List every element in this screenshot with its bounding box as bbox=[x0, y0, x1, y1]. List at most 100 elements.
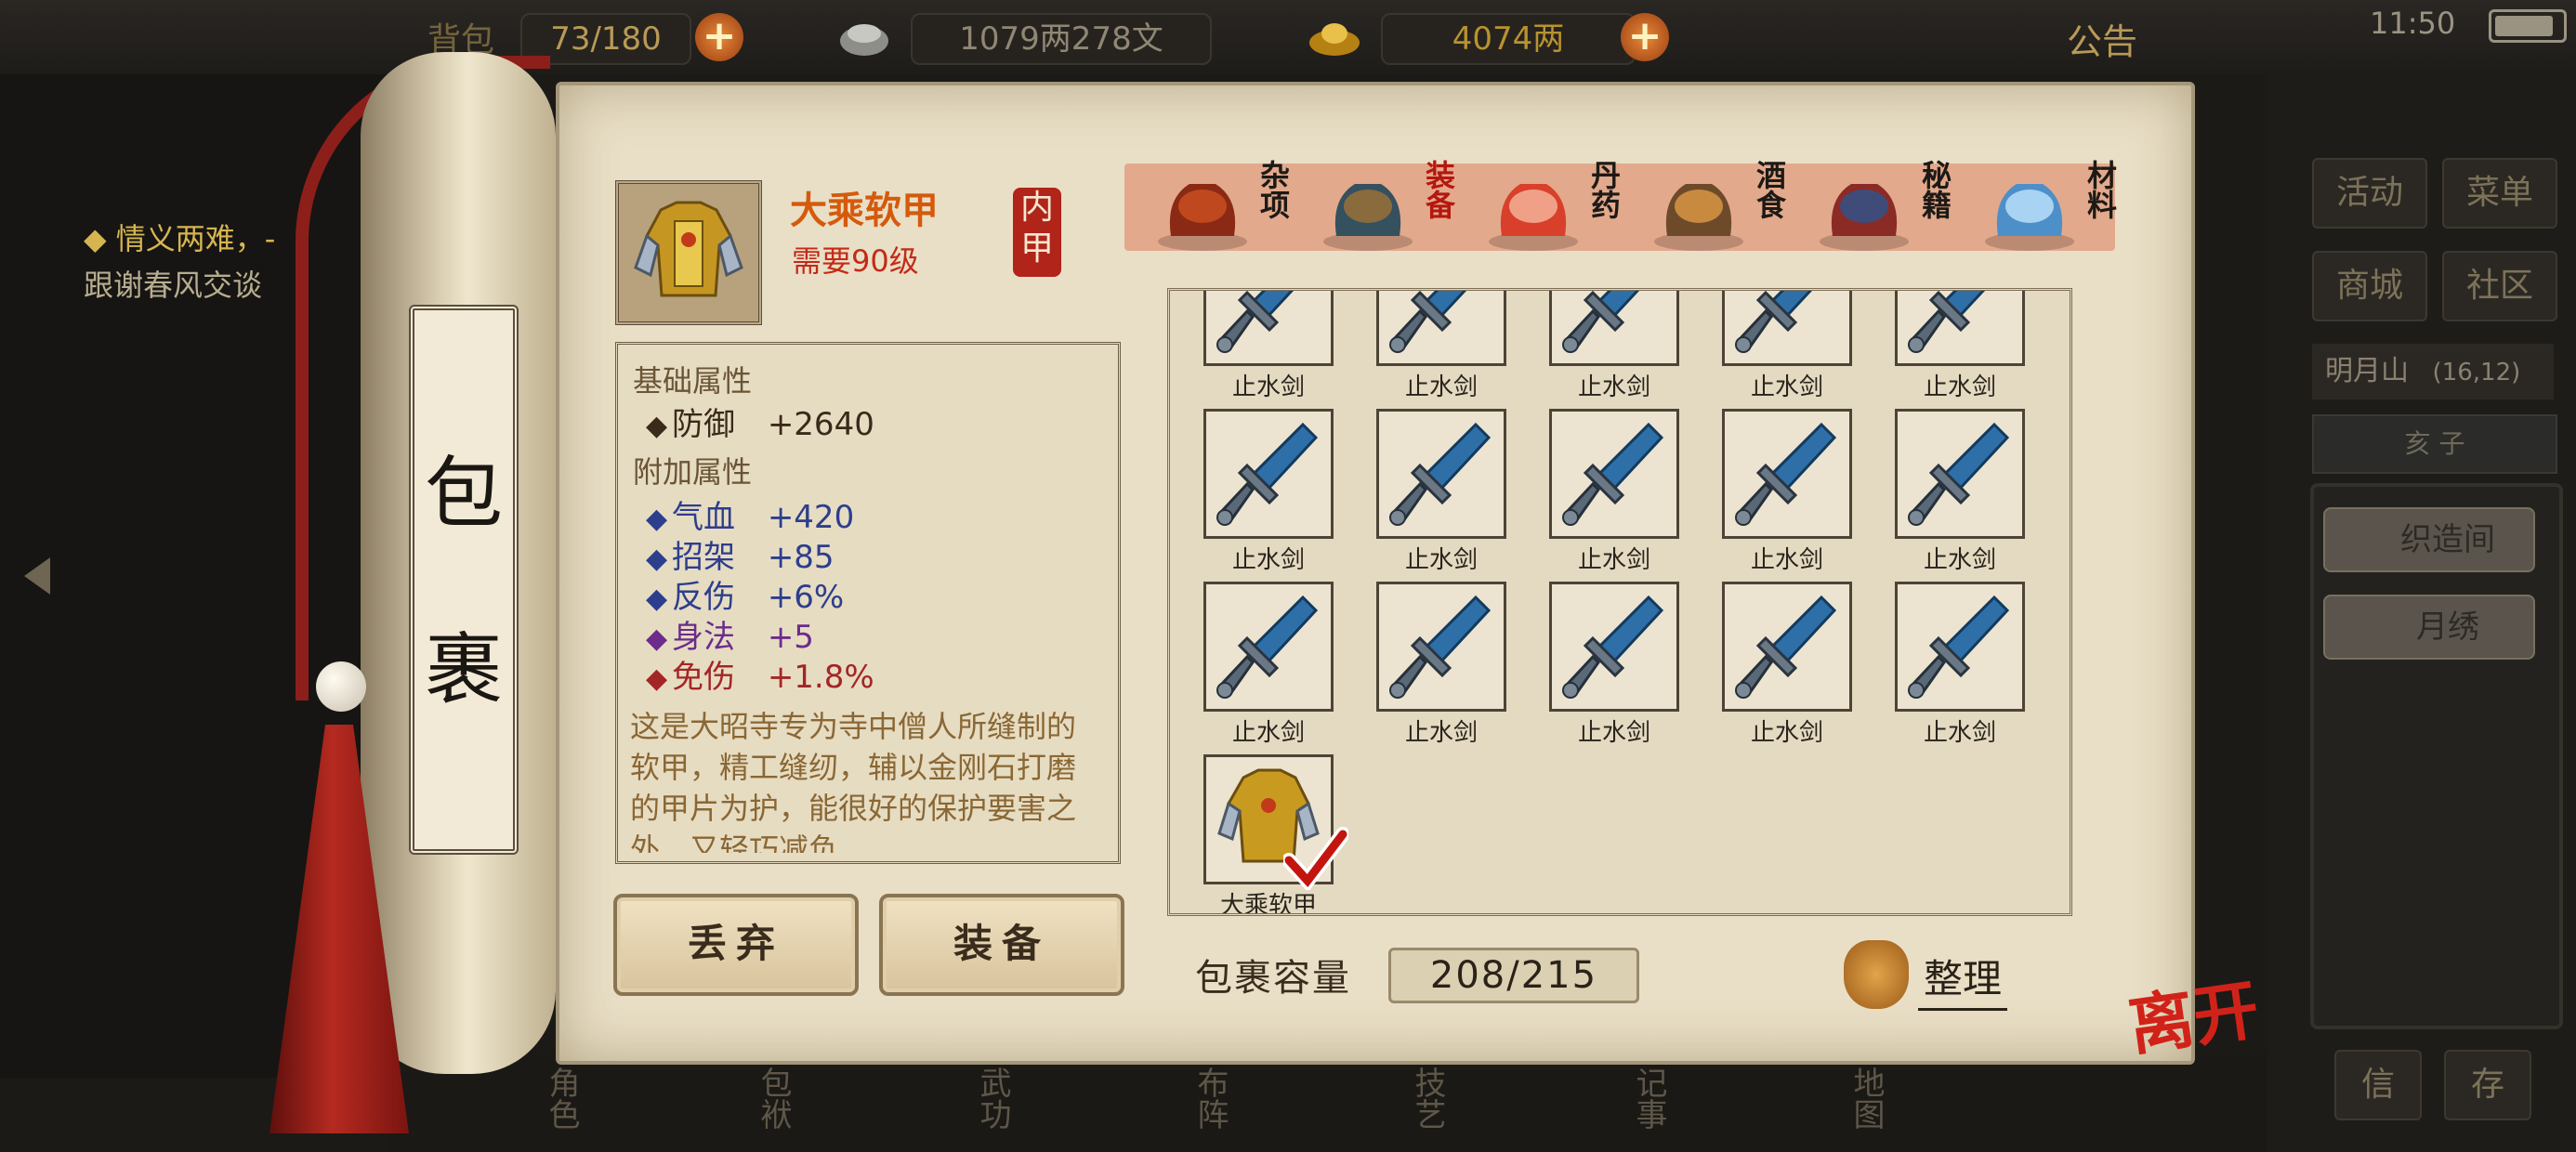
inventory-slot-label: 止水剑 bbox=[1923, 373, 1996, 401]
location-bar[interactable]: 明月山 (16,12) bbox=[2312, 344, 2554, 399]
nav-skills[interactable]: 技艺 bbox=[1405, 1067, 1451, 1130]
time-dial: 亥 子 bbox=[2312, 414, 2557, 474]
sword-icon bbox=[1725, 291, 1849, 363]
clock: 11:50 bbox=[2370, 6, 2456, 41]
collapse-arrow-icon[interactable] bbox=[19, 548, 56, 604]
inventory-slot[interactable] bbox=[1722, 291, 1852, 366]
inventory-slot-label: 止水剑 bbox=[1750, 546, 1823, 574]
discard-button[interactable]: 丢弃 bbox=[613, 894, 859, 996]
tab-4-label[interactable]: 酒食 bbox=[1749, 160, 1787, 219]
food-icon[interactable] bbox=[1649, 162, 1749, 255]
stat-value: +2640 bbox=[767, 406, 874, 443]
inventory-slot[interactable] bbox=[1203, 291, 1334, 366]
shop-button[interactable]: 商城 bbox=[2312, 251, 2427, 321]
stat-value: +5 bbox=[767, 619, 814, 656]
embroidery-button[interactable]: 月绣 bbox=[2323, 595, 2535, 660]
selected-item-icon-frame bbox=[615, 180, 762, 325]
extra-stats-header: 附加属性 bbox=[633, 454, 753, 490]
tab-3-label[interactable]: 丹药 bbox=[1584, 160, 1622, 219]
inventory-slot[interactable] bbox=[1203, 582, 1334, 712]
inventory-slot-label: 止水剑 bbox=[1231, 719, 1305, 747]
gold-ingot-icon bbox=[1307, 13, 1362, 61]
weave-room-button[interactable]: 织造间 bbox=[2323, 507, 2535, 572]
menu-button[interactable]: 菜单 bbox=[2442, 158, 2557, 229]
inventory-slot[interactable] bbox=[1376, 409, 1506, 539]
sword-icon bbox=[1379, 584, 1504, 709]
announcement-button[interactable]: 公告 bbox=[2067, 13, 2137, 64]
diamond-bullet-icon: ◆ bbox=[646, 410, 668, 442]
book-icon[interactable] bbox=[1814, 162, 1914, 255]
activity-button[interactable]: 活动 bbox=[2312, 158, 2427, 229]
tab-1-label[interactable]: 杂项 bbox=[1253, 160, 1291, 219]
nav-bag[interactable]: 包袱 bbox=[751, 1067, 796, 1130]
diamond-bullet-icon: ◆ bbox=[646, 583, 668, 615]
sword-icon bbox=[1552, 412, 1676, 536]
sword-icon bbox=[1206, 412, 1331, 536]
stat-value: +1.8% bbox=[767, 659, 874, 696]
location-coords: (16,12) bbox=[2432, 359, 2521, 386]
stat-value: +6% bbox=[767, 579, 845, 616]
equip-button[interactable]: 装备 bbox=[879, 894, 1124, 996]
stat-name: 免伤 bbox=[672, 659, 735, 696]
nav-formation[interactable]: 布阵 bbox=[1188, 1067, 1233, 1130]
save-button[interactable]: 存 bbox=[2444, 1050, 2531, 1120]
item-description[interactable]: 这是大昭寺专为寺中僧人所缝制的软甲，精工缝纫，辅以金刚石打磨的甲片为护，能很好的… bbox=[630, 706, 1102, 853]
stat-row: ◆ 身法 +5 bbox=[646, 611, 814, 657]
sword-icon bbox=[1206, 291, 1331, 363]
capacity-label: 包裹容量 bbox=[1195, 957, 1351, 1000]
silver-icon bbox=[836, 13, 892, 61]
inventory-slot[interactable] bbox=[1549, 291, 1679, 366]
inventory-slot[interactable] bbox=[1722, 409, 1852, 539]
tab-5-label[interactable]: 秘籍 bbox=[1914, 160, 1952, 219]
stat-row: ◆ 气血 +420 bbox=[646, 491, 854, 537]
stat-name: 气血 bbox=[672, 499, 735, 536]
mail-button[interactable]: 信 bbox=[2334, 1050, 2422, 1120]
inventory-slot[interactable] bbox=[1895, 582, 2025, 712]
sword-icon bbox=[1725, 412, 1849, 536]
inventory-slot[interactable] bbox=[1376, 291, 1506, 366]
location-name: 明月山 bbox=[2325, 355, 2409, 387]
crystal-icon[interactable] bbox=[1979, 162, 2080, 255]
nav-map[interactable]: 地图 bbox=[1844, 1067, 1889, 1130]
quest-title[interactable]: ◆ 情义两难，- bbox=[84, 216, 275, 258]
money-bag-icon[interactable] bbox=[1844, 940, 1909, 1009]
battery-icon bbox=[2489, 9, 2567, 43]
tab-2-label[interactable]: 装备 bbox=[1418, 160, 1456, 219]
nav-martial-arts[interactable]: 武功 bbox=[970, 1067, 1016, 1130]
inventory-slot[interactable] bbox=[1895, 291, 2025, 366]
inventory-slot-label: 止水剑 bbox=[1231, 546, 1305, 574]
sword-icon bbox=[1898, 584, 2022, 709]
stat-value: +420 bbox=[767, 499, 855, 536]
diamond-bullet-icon: ◆ bbox=[646, 622, 668, 655]
jar-icon[interactable] bbox=[1152, 162, 1253, 255]
item-type-seal: 内甲 bbox=[1013, 188, 1061, 277]
inventory-slot[interactable] bbox=[1895, 409, 2025, 539]
item-level-requirement: 需要90级 bbox=[792, 243, 919, 279]
inventory-grid: 止水剑 止水剑 止水剑 止水剑 止水剑 止水剑 止水剑 止水剑 止水剑 止水剑 止水剑 止水剑 止水剑止… bbox=[1167, 288, 2072, 916]
nav-journal[interactable]: 记事 bbox=[1626, 1067, 1672, 1130]
inventory-slot[interactable] bbox=[1376, 582, 1506, 712]
pill-icon[interactable] bbox=[1483, 162, 1584, 255]
add-bag-button[interactable]: + bbox=[695, 13, 743, 61]
stat-row: ◆ 反伤 +6% bbox=[646, 571, 844, 617]
quest-desc[interactable]: 跟谢春风交谈 bbox=[84, 262, 262, 305]
inventory-slot[interactable] bbox=[1203, 409, 1334, 539]
stat-name: 招架 bbox=[672, 539, 735, 576]
sort-button[interactable]: 整理 bbox=[1918, 948, 2008, 1011]
inventory-slot[interactable] bbox=[1549, 409, 1679, 539]
add-gold-button[interactable]: + bbox=[1621, 13, 1669, 61]
stat-row: ◆ 招架 +85 bbox=[646, 531, 835, 577]
leave-button[interactable]: 离开 bbox=[2123, 958, 2265, 1069]
nav-character[interactable]: 角色 bbox=[539, 1067, 585, 1130]
gold-amount: 4074两 bbox=[1381, 13, 1636, 65]
stat-value: +85 bbox=[767, 539, 835, 576]
tab-6-label[interactable]: 材料 bbox=[2080, 160, 2118, 219]
sword-icon bbox=[1898, 291, 2022, 363]
inventory-slot[interactable] bbox=[1549, 582, 1679, 712]
sword-icon bbox=[1379, 291, 1504, 363]
inventory-slot[interactable] bbox=[1722, 582, 1852, 712]
stat-row: ◆ 免伤 +1.8% bbox=[646, 651, 874, 697]
community-button[interactable]: 社区 bbox=[2442, 251, 2557, 321]
equipment-icon[interactable] bbox=[1318, 162, 1418, 255]
inventory-slot-label: 止水剑 bbox=[1404, 546, 1478, 574]
